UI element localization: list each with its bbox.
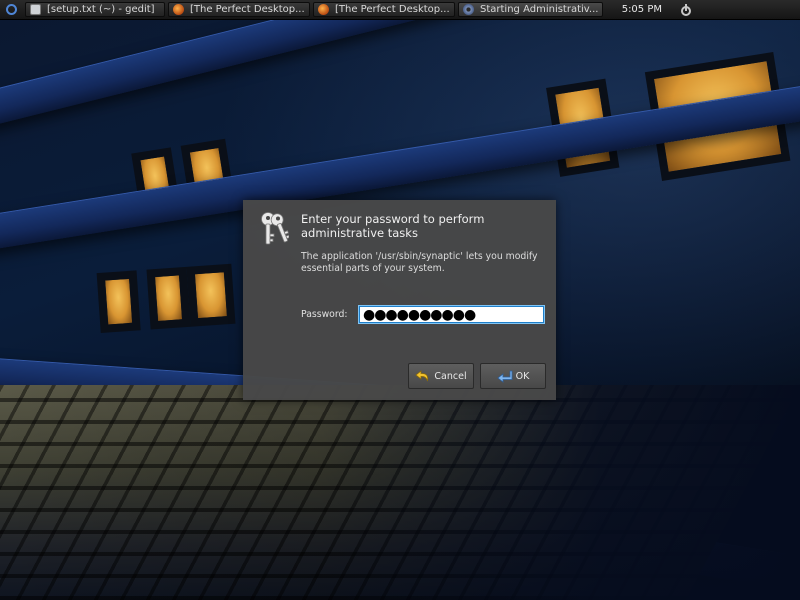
taskbar-item-browser-2[interactable]: [The Perfect Desktop...	[313, 2, 455, 17]
ok-button-label: OK	[515, 370, 530, 382]
cancel-button-label: Cancel	[434, 370, 467, 382]
cancel-button[interactable]: Cancel	[408, 363, 474, 389]
taskbar-item-admin[interactable]: Starting Administrativ...	[458, 2, 603, 17]
password-label: Password:	[301, 309, 348, 320]
firefox-icon	[173, 4, 184, 15]
distro-logo-icon	[5, 4, 17, 15]
enter-arrow-icon	[497, 370, 513, 383]
keys-icon	[261, 212, 289, 245]
taskbar-item-gedit[interactable]: [setup.txt (~) - gedit]	[25, 2, 165, 17]
panel-clock[interactable]: 5:05 PM	[622, 4, 662, 15]
taskbar-item-label: [setup.txt (~) - gedit]	[47, 4, 155, 15]
dialog-message: The application '/usr/sbin/synaptic' let…	[301, 251, 538, 274]
main-menu-button[interactable]	[0, 0, 22, 19]
text-document-icon	[30, 4, 41, 15]
firefox-icon	[318, 4, 329, 15]
password-field[interactable]	[358, 305, 545, 324]
taskbar-item-browser-1[interactable]: [The Perfect Desktop...	[168, 2, 310, 17]
undo-arrow-icon	[415, 370, 429, 382]
dialog-title: Enter your password to perform administr…	[301, 212, 485, 240]
top-panel: [setup.txt (~) - gedit] [The Perfect Des…	[0, 0, 800, 20]
taskbar-item-label: [The Perfect Desktop...	[190, 4, 305, 15]
taskbar-item-label: [The Perfect Desktop...	[335, 4, 450, 15]
gear-icon	[463, 4, 474, 15]
auth-dialog: Enter your password to perform administr…	[243, 200, 556, 400]
ok-button[interactable]: OK	[480, 363, 546, 389]
shutdown-icon[interactable]	[680, 3, 692, 17]
taskbar-item-label: Starting Administrativ...	[480, 4, 599, 15]
